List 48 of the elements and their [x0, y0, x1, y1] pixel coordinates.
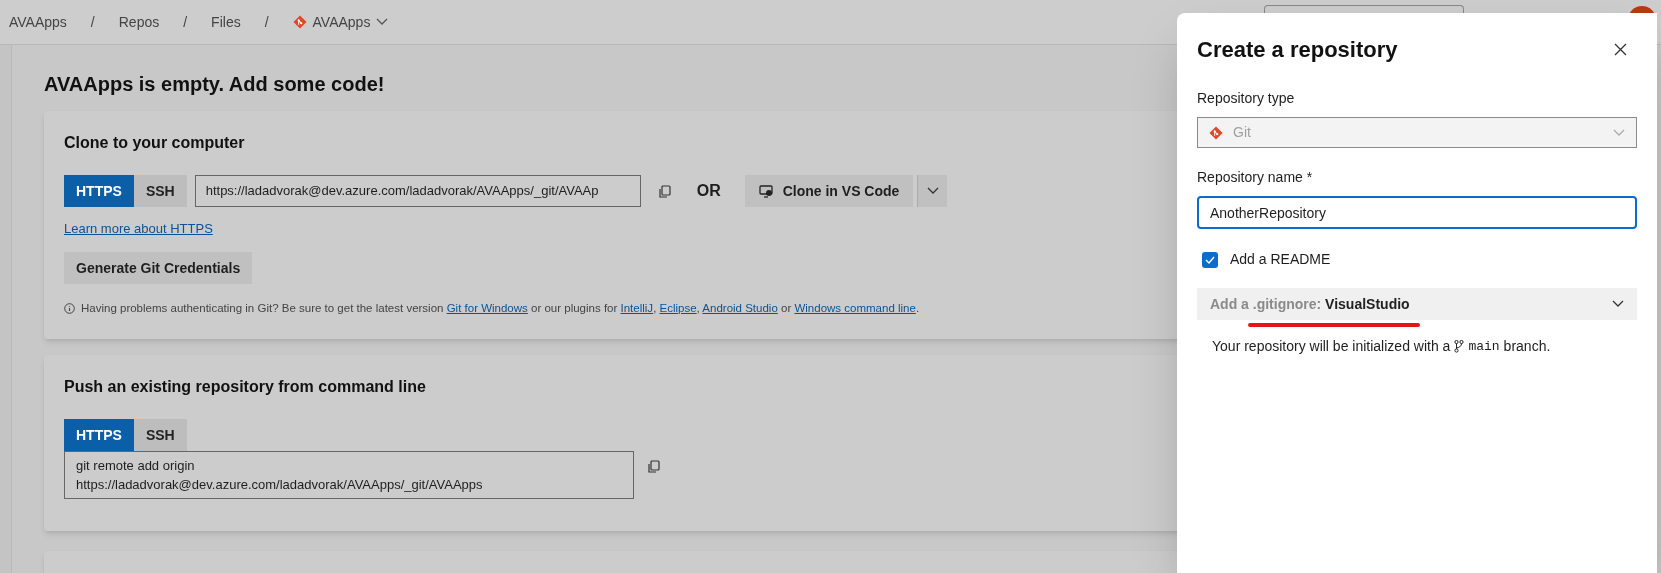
help-link[interactable]: Git for Windows	[446, 302, 528, 314]
url-field[interactable]: https://ladadvorak@dev.azure.com/ladadvorak/AVAApps/_git/AVAAp	[194, 175, 641, 207]
close-icon[interactable]	[1614, 43, 1627, 56]
clone-vscode-button[interactable]: Clone in VS Code	[744, 175, 914, 207]
help-link[interactable]: Windows command line	[794, 302, 916, 314]
chevron-down-icon	[1613, 128, 1625, 137]
branch-name: main	[1468, 337, 1500, 356]
checkbox-label: Add a README	[1230, 250, 1331, 269]
help-link[interactable]: Android Studio	[702, 302, 778, 314]
help-text: Having problems authenticating in Git? Be sure to get the latest version Git for Windows or our plugins for IntelliJ, Eclipse, Android Studio or Windows command line.	[81, 301, 920, 316]
breadcrumb-link[interactable]: Files	[211, 11, 241, 33]
repo-picker[interactable]: AVAApps	[292, 11, 389, 33]
field-label: Repository type	[1197, 89, 1296, 108]
protocol-tab[interactable]: SSH	[133, 175, 187, 207]
breadcrumb-separator: /	[183, 12, 188, 32]
chevron-down-icon	[926, 187, 939, 195]
chevron-down-icon	[1612, 300, 1624, 308]
dialog-title: Create a repository	[1197, 36, 1398, 64]
monitor-icon	[758, 184, 773, 198]
help-link[interactable]: IntelliJ	[620, 302, 654, 314]
protocol-tab[interactable]: HTTPS	[64, 419, 134, 452]
gitignore-dropdown[interactable]: Add a .gitignore: VisualStudio	[1197, 288, 1637, 320]
readme-checkbox[interactable]	[1202, 251, 1218, 268]
info-text: branch.	[1503, 337, 1551, 356]
protocol-tab[interactable]: SSH	[133, 419, 187, 452]
branch-icon	[1454, 340, 1465, 353]
info-text: Your repository will be initialized with a	[1212, 337, 1451, 356]
git-logo-icon	[292, 15, 307, 29]
learn-more-link[interactable]: Learn more about HTTPS	[64, 219, 213, 239]
info-icon	[64, 303, 75, 315]
card-title: Clone to your computer	[64, 133, 245, 153]
field-label: Repository name *	[1197, 168, 1314, 187]
protocol-tab[interactable]: HTTPS	[64, 175, 134, 207]
repository-name-field[interactable]: AnotherRepository	[1197, 196, 1637, 229]
command-box[interactable]: git remote add origin https://ladadvorak@dev.azure.com/ladadvorak/AVAApps/_git/AVAApps	[64, 451, 634, 500]
breadcrumb-link[interactable]: Repos	[118, 11, 160, 33]
copy-icon[interactable]	[658, 184, 671, 198]
card-title: Push an existing repository from command line	[64, 377, 426, 398]
checkmark-icon	[1205, 255, 1215, 264]
chevron-down-icon	[376, 18, 389, 26]
breadcrumb-link[interactable]: AVAApps	[9, 11, 67, 33]
git-logo-icon	[1209, 125, 1223, 140]
copy-icon[interactable]	[648, 460, 660, 474]
breadcrumb-separator: /	[264, 12, 269, 32]
generate-credentials-button[interactable]: Generate Git Credentials	[64, 252, 253, 284]
help-link[interactable]: Eclipse	[659, 302, 697, 314]
or-label: OR	[696, 181, 721, 201]
breadcrumb-separator: /	[90, 12, 95, 32]
